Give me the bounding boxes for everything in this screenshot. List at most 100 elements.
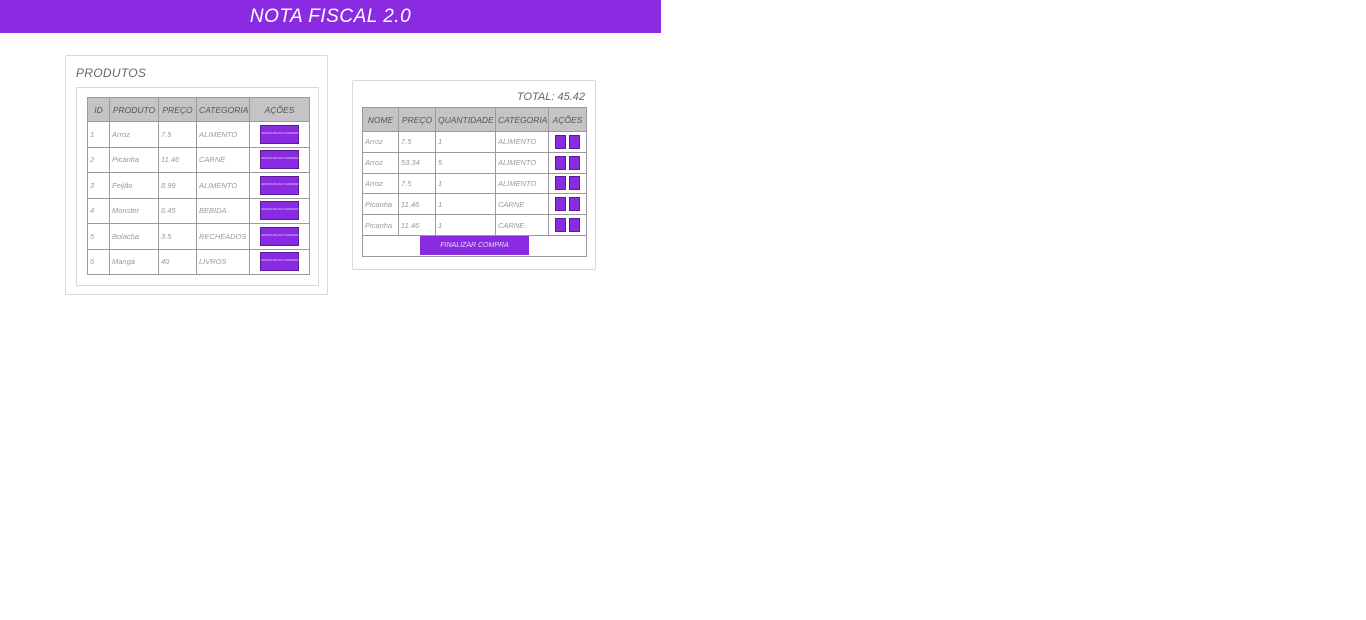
cell-categoria: ALIMENTO — [495, 131, 549, 153]
table-row: Arroz 7.5 1 ALIMENTO — [362, 131, 587, 153]
table-row: 5 Bolacha 3.5 RECHEADOS ADICIONAR AO CAR… — [87, 223, 310, 250]
cart-total: TOTAL: 45.42 — [516, 91, 585, 103]
cell-acoes: ADICIONAR AO CARRINHO — [249, 121, 310, 148]
cell-categoria: CARNE — [495, 193, 549, 216]
cell-acoes — [548, 131, 587, 153]
cell-acoes: ADICIONAR AO CARRINHO — [249, 223, 310, 250]
cell-categoria: BEBIDA — [196, 197, 250, 224]
col-header-preco: PREÇO — [398, 107, 436, 132]
table-row: 1 Arroz 7.5 ALIMENTO ADICIONAR AO CARRIN… — [87, 121, 310, 148]
cell-quantidade: 1 — [435, 172, 496, 195]
cell-preco: 7.5 — [158, 121, 197, 148]
cell-preco: 6.45 — [158, 197, 197, 224]
cell-quantidade: 1 — [435, 193, 496, 216]
cell-categoria: ALIMENTO — [196, 172, 250, 199]
cell-acoes — [548, 172, 587, 195]
cell-preco: 8.99 — [158, 172, 197, 199]
cell-quantidade: 1 — [435, 214, 496, 236]
col-header-id: ID — [87, 97, 110, 122]
cart-action-button-1[interactable] — [555, 197, 566, 212]
app-header: NOTA FISCAL 2.0 — [0, 0, 661, 33]
cart-action-button-1[interactable] — [555, 218, 566, 233]
cell-preco: 11.46 — [398, 214, 436, 236]
table-header-row: NOME PREÇO QUANTIDADE CATEGORIA AÇÕES — [362, 107, 587, 132]
table-row: 3 Feijão 8.99 ALIMENTO ADICIONAR AO CARR… — [87, 172, 310, 199]
cell-acoes — [548, 193, 587, 216]
cell-id: 2 — [87, 146, 110, 173]
cell-preco: 11.46 — [398, 193, 436, 216]
cell-produto: Monster — [109, 197, 159, 224]
add-to-cart-button[interactable]: ADICIONAR AO CARRINHO — [260, 124, 300, 144]
col-header-nome: NOME — [362, 107, 399, 132]
cell-id: 4 — [87, 197, 110, 224]
col-header-acoes: AÇÕES — [249, 97, 310, 122]
cart-action-button-1[interactable] — [555, 134, 566, 149]
cell-acoes: ADICIONAR AO CARRINHO — [249, 172, 310, 199]
cell-categoria: ALIMENTO — [495, 172, 549, 195]
cell-nome: Arroz — [362, 172, 399, 195]
cell-preco: 53.34 — [398, 151, 436, 174]
cell-produto: Bolacha — [109, 223, 159, 250]
table-row: 2 Picanha 11.46 CARNE ADICIONAR AO CARRI… — [87, 146, 310, 173]
produtos-title: PRODUTOS — [76, 66, 147, 80]
table-row: Picanha 11.46 1 CARNE — [362, 193, 587, 216]
cell-quantidade: 1 — [435, 131, 496, 153]
finalizar-compra-button[interactable]: FINALIZAR COMPRA — [420, 236, 529, 256]
col-header-categoria: CATEGORIA — [495, 107, 549, 132]
cell-produto: Feijão — [109, 172, 159, 199]
produtos-table-wrapper: ID PRODUTO PREÇO CATEGORIA AÇÕES 1 Arroz… — [76, 87, 319, 286]
cell-produto: Arroz — [109, 121, 159, 148]
cart-action-button-2[interactable] — [569, 197, 580, 212]
cell-nome: Picanha — [362, 193, 399, 216]
cart-action-button-2[interactable] — [569, 155, 580, 170]
add-to-cart-button[interactable]: ADICIONAR AO CARRINHO — [260, 150, 300, 170]
cell-acoes — [548, 214, 587, 236]
cell-categoria: RECHEADOS — [196, 223, 250, 250]
cell-nome: Picanha — [362, 214, 399, 236]
app-title: NOTA FISCAL 2.0 — [249, 5, 412, 27]
cell-acoes: ADICIONAR AO CARRINHO — [249, 248, 310, 275]
cell-id: 1 — [87, 121, 110, 148]
add-to-cart-button[interactable]: ADICIONAR AO CARRINHO — [260, 226, 300, 246]
add-to-cart-button[interactable]: ADICIONAR AO CARRINHO — [260, 201, 300, 221]
cell-produto: Mangá — [109, 248, 159, 275]
cart-action-button-1[interactable] — [555, 155, 566, 170]
cart-action-button-2[interactable] — [569, 218, 580, 233]
table-row: 4 Monster 6.45 BEBIDA ADICIONAR AO CARRI… — [87, 197, 310, 224]
cell-quantidade: 5 — [435, 151, 496, 174]
cell-acoes — [548, 151, 587, 174]
col-header-preco: PREÇO — [158, 97, 197, 122]
cell-categoria: ALIMENTO — [495, 151, 549, 174]
cart-footer-cell: FINALIZAR COMPRA — [362, 234, 587, 257]
cell-preco: 3.5 — [158, 223, 197, 250]
carrinho-panel: TOTAL: 45.42 NOME PREÇO QUANTIDADE CATEG… — [352, 80, 596, 270]
col-header-quantidade: QUANTIDADE — [435, 107, 496, 132]
cart-action-button-2[interactable] — [569, 134, 580, 149]
table-header-row: ID PRODUTO PREÇO CATEGORIA AÇÕES — [87, 97, 310, 122]
cell-categoria: ALIMENTO — [196, 121, 250, 148]
produtos-table: ID PRODUTO PREÇO CATEGORIA AÇÕES 1 Arroz… — [87, 97, 310, 275]
table-row: Picanha 11.46 1 CARNE — [362, 214, 587, 236]
add-to-cart-button[interactable]: ADICIONAR AO CARRINHO — [260, 175, 300, 195]
cell-categoria: CARNE — [196, 146, 250, 173]
cell-nome: Arroz — [362, 151, 399, 174]
table-row: Arroz 7.5 1 ALIMENTO — [362, 172, 587, 195]
cell-id: 6 — [87, 248, 110, 275]
cart-action-button-1[interactable] — [555, 176, 566, 191]
cell-acoes: ADICIONAR AO CARRINHO — [249, 197, 310, 224]
cell-categoria: CARNE — [495, 214, 549, 236]
table-row: 6 Mangá 40 LIVROS ADICIONAR AO CARRINHO — [87, 248, 310, 275]
cart-action-button-2[interactable] — [569, 176, 580, 191]
carrinho-table: NOME PREÇO QUANTIDADE CATEGORIA AÇÕES Ar… — [362, 107, 587, 257]
add-to-cart-button[interactable]: ADICIONAR AO CARRINHO — [260, 252, 300, 272]
col-header-produto: PRODUTO — [109, 97, 159, 122]
produtos-panel: PRODUTOS ID PRODUTO PREÇO CATEGORIA AÇÕE… — [65, 55, 328, 295]
cell-nome: Arroz — [362, 131, 399, 153]
cell-acoes: ADICIONAR AO CARRINHO — [249, 146, 310, 173]
cell-produto: Picanha — [109, 146, 159, 173]
col-header-categoria: CATEGORIA — [196, 97, 250, 122]
cell-preco: 7.5 — [398, 172, 436, 195]
table-row: Arroz 53.34 5 ALIMENTO — [362, 151, 587, 174]
cell-id: 5 — [87, 223, 110, 250]
col-header-acoes: AÇÕES — [548, 107, 587, 132]
